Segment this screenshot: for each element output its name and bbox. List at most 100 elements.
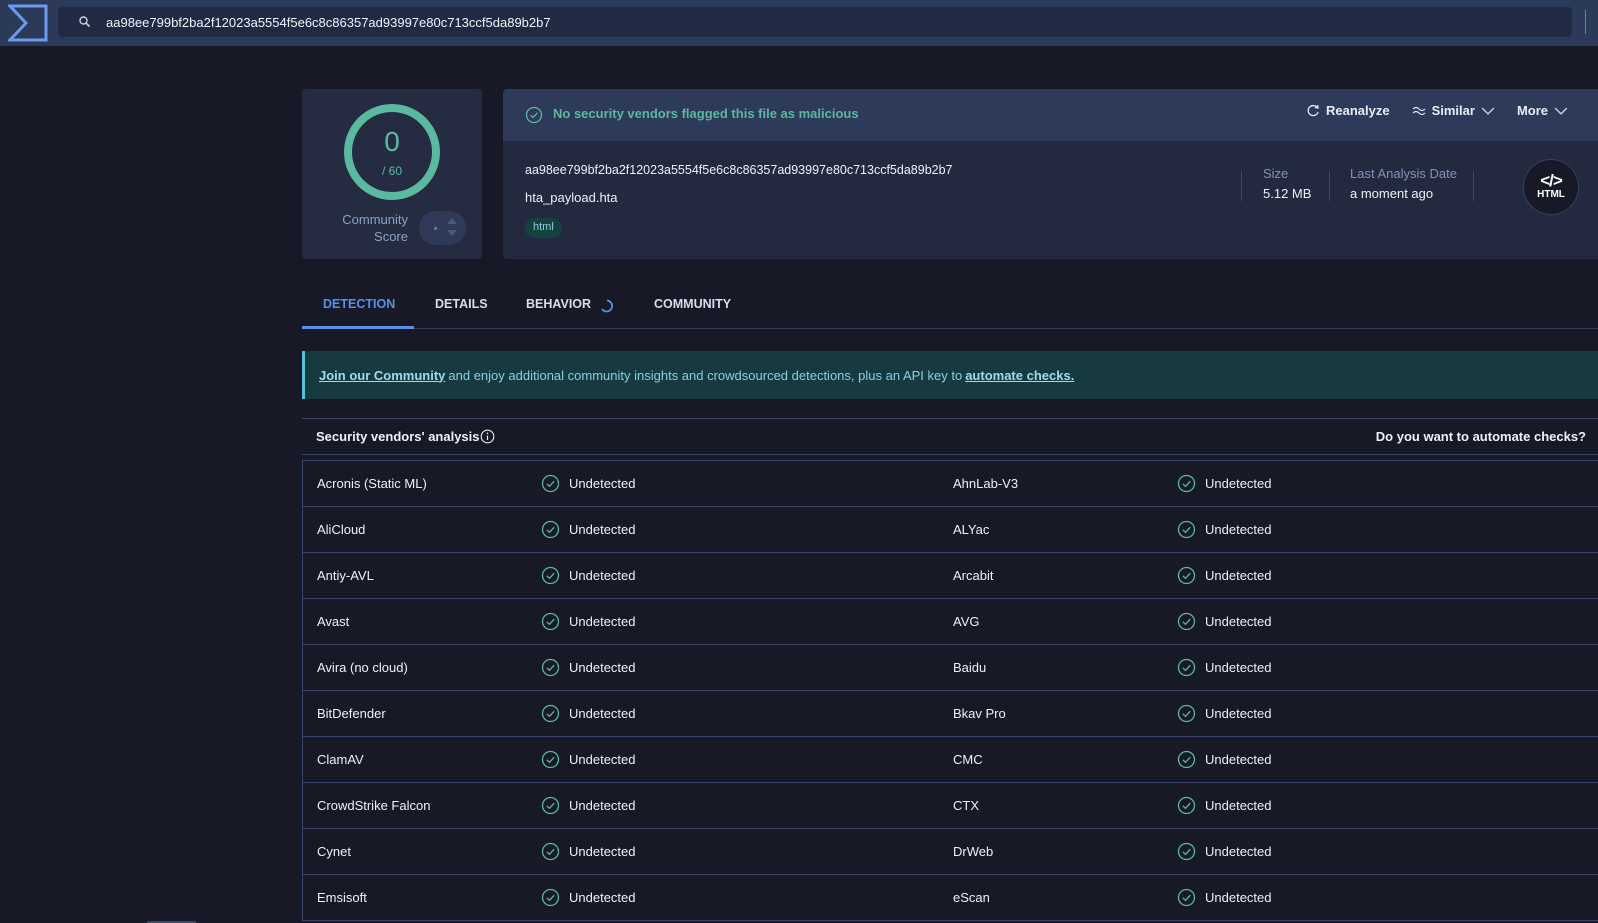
last-analysis-label: Last Analysis Date — [1350, 166, 1457, 181]
banner-text: and enjoy additional community insights … — [448, 367, 963, 383]
vendor-row: ClamAV Undetected CMC Undetected — [303, 737, 1598, 783]
vendor-result: Undetected — [569, 706, 636, 721]
tab-details[interactable]: DETAILS — [435, 282, 488, 329]
loading-spinner-icon — [601, 299, 613, 313]
chevron-down-icon — [1554, 107, 1568, 115]
report-tabs: DETECTION DETAILS BEHAVIOR COMMUNITY — [302, 282, 1598, 329]
check-circle-icon — [541, 474, 560, 493]
refresh-icon — [1307, 104, 1319, 116]
vendor-results-table: Acronis (Static ML) Undetected AhnLab-V3 Un… — [302, 460, 1598, 921]
vendor-result: Undetected — [569, 614, 636, 629]
similar-dropdown[interactable]: Similar — [1412, 103, 1495, 118]
file-name: hta_payload.hta — [525, 190, 618, 205]
community-score-label: Community Score — [342, 212, 408, 244]
divider — [1241, 171, 1242, 201]
automate-checks-prompt[interactable]: Do you want to automate checks? — [1376, 429, 1586, 444]
check-circle-icon — [1177, 750, 1196, 769]
detection-score-card: 0 / 60 Community Score — [302, 89, 482, 259]
vendor-row: Antiy-AVL Undetected Arcabit Undetected — [303, 553, 1598, 599]
vendor-result: Undetected — [1205, 522, 1272, 537]
vendor-row: Avira (no cloud) Undetected Baidu Undetecte… — [303, 645, 1598, 691]
search-bar[interactable] — [58, 7, 1572, 37]
vendor-row: BitDefender Undetected Bkav Pro Undetected — [303, 691, 1598, 737]
vendor-name: AVG — [953, 614, 980, 629]
automate-checks-link[interactable]: automate checks. — [965, 368, 1074, 383]
detection-count: 0 — [384, 126, 400, 157]
vendor-name: Bkav Pro — [953, 706, 1006, 721]
check-circle-icon — [1177, 888, 1196, 907]
divider — [1473, 171, 1474, 201]
search-input[interactable] — [106, 14, 1506, 30]
check-circle-icon — [1177, 704, 1196, 723]
vendor-result: Undetected — [1205, 614, 1272, 629]
reanalyze-button[interactable]: Reanalyze — [1306, 103, 1390, 118]
search-icon — [79, 16, 91, 28]
size-label: Size — [1263, 166, 1289, 181]
check-circle-icon — [541, 750, 560, 769]
check-circle-icon — [1177, 796, 1196, 815]
check-circle-icon — [541, 658, 560, 677]
file-tag[interactable]: html — [525, 218, 562, 238]
tab-behavior[interactable]: BEHAVIOR — [526, 282, 591, 329]
vendor-result: Undetected — [569, 568, 636, 583]
file-type-html-icon: </> HTML — [1523, 159, 1579, 215]
join-community-link[interactable]: Join our Community — [319, 368, 445, 383]
vendor-result: Undetected — [1205, 844, 1272, 859]
divider — [1329, 171, 1330, 201]
vendor-result: Undetected — [1205, 798, 1272, 813]
check-circle-icon — [541, 888, 560, 907]
tab-detection[interactable]: DETECTION — [323, 282, 395, 329]
sigma-logo-icon[interactable] — [8, 4, 48, 42]
check-circle-icon — [541, 566, 560, 585]
file-hash[interactable]: aa98ee799bf2ba2f12023a5554f5e6c8c86357ad… — [525, 163, 953, 177]
check-circle-icon — [541, 842, 560, 861]
vendor-name: Acronis (Static ML) — [317, 476, 427, 491]
chevron-down-icon — [1481, 107, 1495, 115]
vendor-name: CrowdStrike Falcon — [317, 798, 431, 813]
vendor-name: ClamAV — [317, 752, 364, 767]
check-circle-icon — [541, 520, 560, 539]
check-circle-icon — [1177, 520, 1196, 539]
last-analysis-value: a moment ago — [1350, 186, 1434, 201]
file-info-card: No security vendors flagged this file as… — [503, 89, 1598, 259]
vendor-name: Avira (no cloud) — [317, 660, 408, 675]
vendor-result: Undetected — [1205, 660, 1272, 675]
vendor-name: Arcabit — [953, 568, 994, 583]
check-circle-icon — [1177, 658, 1196, 677]
check-circle-icon — [525, 106, 543, 124]
file-status-header: No security vendors flagged this file as… — [503, 89, 1598, 141]
check-circle-icon — [1177, 842, 1196, 861]
vendor-row: Emsisoft Undetected eScan Undetected — [303, 875, 1598, 921]
check-circle-icon — [541, 704, 560, 723]
check-circle-icon — [1177, 566, 1196, 585]
vendor-name: AliCloud — [317, 522, 366, 537]
vendors-title: Security vendors' analysis — [316, 429, 480, 444]
status-message: No security vendors flagged this file as… — [553, 106, 859, 121]
size-value: 5.12 MB — [1263, 186, 1312, 201]
vote-down-icon[interactable] — [447, 230, 457, 236]
vendor-row: Acronis (Static ML) Undetected AhnLab-V3 Un… — [303, 461, 1598, 507]
vendor-name: Antiy-AVL — [317, 568, 374, 583]
community-vote-widget — [419, 211, 466, 245]
tab-community[interactable]: COMMUNITY — [654, 282, 731, 329]
check-circle-icon — [1177, 612, 1196, 631]
check-circle-icon — [1177, 474, 1196, 493]
vendor-name: CTX — [953, 798, 979, 813]
check-circle-icon — [541, 612, 560, 631]
top-divider — [1585, 10, 1586, 34]
active-tab-indicator — [302, 326, 414, 329]
vendor-name: DrWeb — [953, 844, 994, 859]
vendor-name: eScan — [953, 890, 990, 905]
vendor-row: Cynet Undetected DrWeb Undetected — [303, 829, 1598, 875]
vendor-result: Undetected — [569, 890, 636, 905]
similar-icon — [1412, 106, 1426, 115]
vendor-name: BitDefender — [317, 706, 386, 721]
more-dropdown[interactable]: More — [1517, 103, 1568, 118]
vendor-result: Undetected — [1205, 568, 1272, 583]
info-icon[interactable] — [480, 429, 495, 444]
vendor-name: Cynet — [317, 844, 351, 859]
vendor-result: Undetected — [569, 476, 636, 491]
vote-up-icon[interactable] — [447, 218, 457, 224]
vendor-result: Undetected — [1205, 476, 1272, 491]
vendor-result: Undetected — [569, 844, 636, 859]
